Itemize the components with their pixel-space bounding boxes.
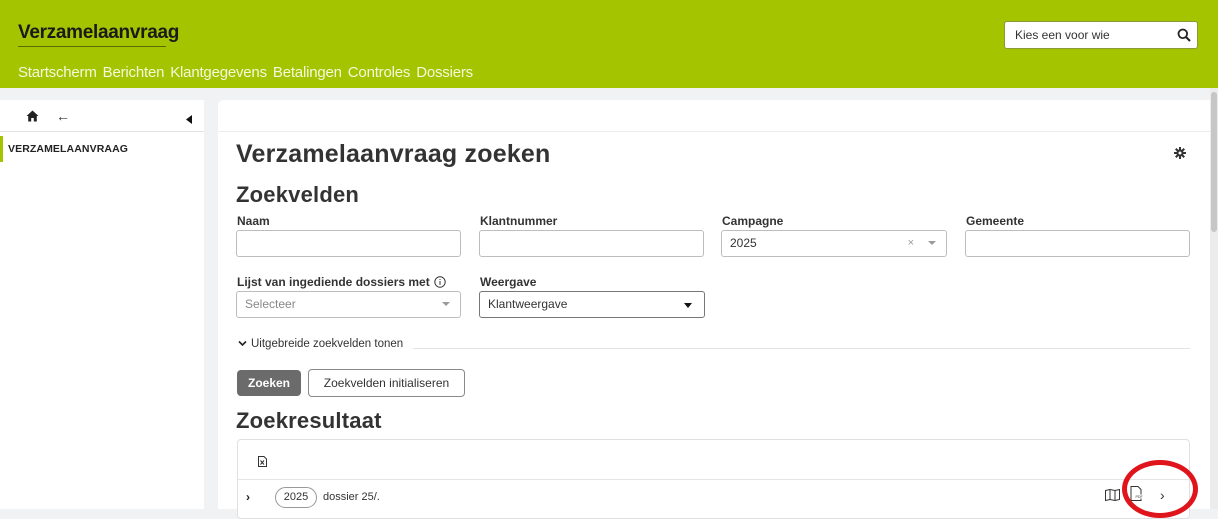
map-icon[interactable] bbox=[1105, 488, 1120, 506]
app-title[interactable]: Verzamelaanvraag bbox=[18, 22, 179, 44]
results-panel: › 2025 dossier 25/. PDF › bbox=[237, 439, 1190, 519]
klantnummer-field[interactable] bbox=[479, 230, 704, 257]
ingediende-label: Lijst van ingediende dossiers met bbox=[237, 275, 446, 291]
search-fields-title: Zoekvelden bbox=[236, 182, 360, 207]
scrollbar-thumb[interactable] bbox=[1211, 92, 1217, 232]
advanced-fields-label: Uitgebreide zoekvelden tonen bbox=[251, 338, 404, 350]
nav-klantgegevens[interactable]: Klantgegevens bbox=[170, 64, 267, 81]
gemeente-field[interactable] bbox=[965, 230, 1190, 257]
results-toolbar bbox=[238, 440, 1189, 480]
chevron-down-icon bbox=[442, 302, 450, 306]
year-badge: 2025 bbox=[275, 487, 317, 508]
dossier-label: dossier 25/. bbox=[323, 491, 380, 503]
nav-controles[interactable]: Controles bbox=[348, 64, 411, 81]
naam-label: Naam bbox=[237, 214, 270, 228]
home-icon[interactable] bbox=[26, 109, 39, 127]
campagne-label: Campagne bbox=[722, 214, 784, 228]
sidebar: ← VERZAMELAANVRAAG bbox=[0, 100, 204, 509]
gear-icon[interactable] bbox=[1174, 146, 1186, 164]
page-title: Verzamelaanvraag zoeken bbox=[236, 140, 551, 168]
sidebar-item-verzamelaanvraag[interactable]: VERZAMELAANVRAAG bbox=[0, 136, 204, 162]
ingediende-label-text: Lijst van ingediende dossiers met bbox=[237, 275, 430, 289]
excel-export-icon[interactable] bbox=[258, 454, 267, 472]
search-box bbox=[1004, 21, 1198, 49]
ingediende-select[interactable]: Selecteer bbox=[236, 291, 461, 318]
search-button[interactable]: Zoeken bbox=[237, 370, 301, 396]
chevron-down-icon bbox=[684, 303, 692, 308]
highlight-annotation bbox=[1122, 460, 1198, 518]
weergave-label: Weergave bbox=[480, 275, 537, 289]
app-title-underline bbox=[18, 46, 166, 47]
campagne-select[interactable]: 2025 × bbox=[721, 230, 947, 257]
ingediende-placeholder: Selecteer bbox=[245, 297, 296, 311]
weergave-value: Klantweergave bbox=[488, 297, 568, 311]
nav-dossiers[interactable]: Dossiers bbox=[416, 64, 473, 81]
clear-icon[interactable]: × bbox=[908, 231, 914, 256]
campagne-value: 2025 bbox=[730, 236, 757, 250]
search-icon[interactable] bbox=[1171, 22, 1197, 48]
naam-field[interactable] bbox=[236, 230, 461, 257]
app-header: Verzamelaanvraag Startscherm Berichten K… bbox=[0, 0, 1218, 88]
main-nav: Startscherm Berichten Klantgegevens Beta… bbox=[18, 64, 473, 81]
results-title: Zoekresultaat bbox=[236, 408, 382, 433]
klantnummer-label: Klantnummer bbox=[480, 214, 558, 228]
nav-startscherm[interactable]: Startscherm bbox=[18, 64, 97, 81]
nav-betalingen[interactable]: Betalingen bbox=[273, 64, 342, 81]
back-arrow-icon[interactable]: ← bbox=[56, 108, 70, 124]
collapse-sidebar-icon[interactable] bbox=[186, 111, 192, 129]
gemeente-label: Gemeente bbox=[966, 214, 1025, 228]
chevron-down-icon bbox=[238, 338, 247, 350]
info-icon[interactable] bbox=[434, 276, 446, 291]
reset-fields-button[interactable]: Zoekvelden initialiseren bbox=[308, 369, 465, 397]
nav-berichten[interactable]: Berichten bbox=[103, 64, 165, 81]
chevron-down-icon bbox=[928, 241, 936, 245]
expand-row-icon[interactable]: › bbox=[246, 490, 250, 504]
search-input[interactable] bbox=[1005, 22, 1171, 48]
weergave-select[interactable]: Klantweergave bbox=[479, 291, 705, 318]
main-topbar bbox=[218, 100, 1210, 132]
main-content: Verzamelaanvraag zoeken Zoekvelden Naam … bbox=[218, 100, 1210, 519]
advanced-fields-toggle[interactable]: Uitgebreide zoekvelden tonen bbox=[238, 338, 414, 350]
sidebar-toolbar: ← bbox=[0, 100, 204, 132]
